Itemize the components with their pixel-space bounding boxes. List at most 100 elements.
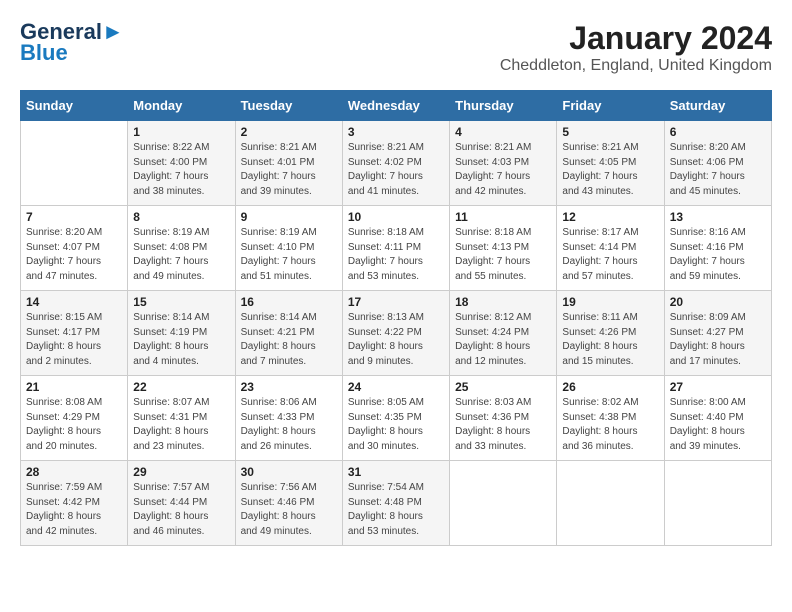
day-info: Sunrise: 8:08 AM Sunset: 4:29 PM Dayligh… [26,396,122,454]
month-title: January 2024 [500,20,772,57]
calendar-cell: 9 Sunrise: 8:19 AM Sunset: 4:10 PM Daylig… [235,206,342,291]
weekday-header: Monday [128,91,235,121]
header: General► Blue January 2024 Cheddleton, E… [20,20,772,75]
calendar-cell: 24 Sunrise: 8:05 AM Sunset: 4:35 PM Dayli… [342,376,449,461]
day-number: 2 [241,125,337,139]
calendar-cell: 23Sunrise: 8:06 AM Sunset: 4:33 PM Dayli… [235,376,342,461]
day-number: 10 [348,210,444,224]
calendar-cell [557,461,664,546]
calendar-week-row: 28 Sunrise: 7:59 AM Sunset: 4:42 PM Dayli… [21,461,772,546]
calendar-cell: 3 Sunrise: 8:21 AM Sunset: 4:02 PM Daylig… [342,121,449,206]
calendar-cell: 13Sunrise: 8:16 AM Sunset: 4:16 PM Dayli… [664,206,771,291]
day-info: Sunrise: 8:17 AM Sunset: 4:14 PM Dayligh… [562,226,658,284]
calendar-header: SundayMondayTuesdayWednesdayThursdayFrid… [21,91,772,121]
weekday-header: Sunday [21,91,128,121]
day-info: Sunrise: 7:59 AM Sunset: 4:42 PM Dayligh… [26,481,122,539]
day-number: 28 [26,465,122,479]
calendar-cell: 6 Sunrise: 8:20 AM Sunset: 4:06 PM Daylig… [664,121,771,206]
calendar-week-row: 7Sunrise: 8:20 AM Sunset: 4:07 PM Daylig… [21,206,772,291]
page-container: General► Blue January 2024 Cheddleton, E… [0,0,792,561]
day-info: Sunrise: 8:15 AM Sunset: 4:17 PM Dayligh… [26,311,122,369]
day-info: Sunrise: 8:22 AM Sunset: 4:00 PM Dayligh… [133,141,229,199]
day-number: 15 [133,295,229,309]
weekday-header: Wednesday [342,91,449,121]
calendar-cell: 8Sunrise: 8:19 AM Sunset: 4:08 PM Daylig… [128,206,235,291]
day-info: Sunrise: 8:02 AM Sunset: 4:38 PM Dayligh… [562,396,658,454]
day-info: Sunrise: 8:07 AM Sunset: 4:31 PM Dayligh… [133,396,229,454]
calendar-cell: 17 Sunrise: 8:13 AM Sunset: 4:22 PM Dayli… [342,291,449,376]
day-info: Sunrise: 8:11 AM Sunset: 4:26 PM Dayligh… [562,311,658,369]
calendar-cell: 4 Sunrise: 8:21 AM Sunset: 4:03 PM Daylig… [450,121,557,206]
weekday-header: Tuesday [235,91,342,121]
calendar-cell: 15 Sunrise: 8:14 AM Sunset: 4:19 PM Dayli… [128,291,235,376]
day-number: 21 [26,380,122,394]
logo: General► Blue [20,20,124,66]
day-number: 17 [348,295,444,309]
calendar-cell: 22 Sunrise: 8:07 AM Sunset: 4:31 PM Dayli… [128,376,235,461]
calendar-week-row: 21 Sunrise: 8:08 AM Sunset: 4:29 PM Dayli… [21,376,772,461]
day-info: Sunrise: 8:14 AM Sunset: 4:19 PM Dayligh… [133,311,229,369]
day-info: Sunrise: 7:56 AM Sunset: 4:46 PM Dayligh… [241,481,337,539]
day-info: Sunrise: 8:18 AM Sunset: 4:13 PM Dayligh… [455,226,551,284]
calendar-cell: 16Sunrise: 8:14 AM Sunset: 4:21 PM Dayli… [235,291,342,376]
calendar-cell: 18 Sunrise: 8:12 AM Sunset: 4:24 PM Dayli… [450,291,557,376]
day-number: 9 [241,210,337,224]
calendar-table: SundayMondayTuesdayWednesdayThursdayFrid… [20,90,772,546]
day-info: Sunrise: 8:00 AM Sunset: 4:40 PM Dayligh… [670,396,766,454]
day-number: 27 [670,380,766,394]
calendar-cell: 5 Sunrise: 8:21 AM Sunset: 4:05 PM Daylig… [557,121,664,206]
day-number: 20 [670,295,766,309]
day-number: 26 [562,380,658,394]
day-number: 29 [133,465,229,479]
calendar-cell [21,121,128,206]
day-number: 11 [455,210,551,224]
day-info: Sunrise: 8:21 AM Sunset: 4:05 PM Dayligh… [562,141,658,199]
day-info: Sunrise: 8:21 AM Sunset: 4:02 PM Dayligh… [348,141,444,199]
calendar-cell: 27 Sunrise: 8:00 AM Sunset: 4:40 PM Dayli… [664,376,771,461]
weekday-header: Saturday [664,91,771,121]
calendar-cell: 7Sunrise: 8:20 AM Sunset: 4:07 PM Daylig… [21,206,128,291]
calendar-cell: 11 Sunrise: 8:18 AM Sunset: 4:13 PM Dayli… [450,206,557,291]
calendar-cell: 12 Sunrise: 8:17 AM Sunset: 4:14 PM Dayli… [557,206,664,291]
day-info: Sunrise: 8:12 AM Sunset: 4:24 PM Dayligh… [455,311,551,369]
calendar-cell: 10Sunrise: 8:18 AM Sunset: 4:11 PM Dayli… [342,206,449,291]
day-number: 12 [562,210,658,224]
day-info: Sunrise: 8:13 AM Sunset: 4:22 PM Dayligh… [348,311,444,369]
day-number: 7 [26,210,122,224]
day-number: 24 [348,380,444,394]
calendar-cell: 19 Sunrise: 8:11 AM Sunset: 4:26 PM Dayli… [557,291,664,376]
day-info: Sunrise: 7:54 AM Sunset: 4:48 PM Dayligh… [348,481,444,539]
day-number: 25 [455,380,551,394]
day-number: 3 [348,125,444,139]
day-number: 13 [670,210,766,224]
day-number: 6 [670,125,766,139]
calendar-cell: 26 Sunrise: 8:02 AM Sunset: 4:38 PM Dayli… [557,376,664,461]
calendar-cell: 2 Sunrise: 8:21 AM Sunset: 4:01 PM Daylig… [235,121,342,206]
day-number: 5 [562,125,658,139]
calendar-cell: 21 Sunrise: 8:08 AM Sunset: 4:29 PM Dayli… [21,376,128,461]
day-info: Sunrise: 8:05 AM Sunset: 4:35 PM Dayligh… [348,396,444,454]
day-info: Sunrise: 8:19 AM Sunset: 4:08 PM Dayligh… [133,226,229,284]
day-info: Sunrise: 8:21 AM Sunset: 4:03 PM Dayligh… [455,141,551,199]
calendar-cell: 30Sunrise: 7:56 AM Sunset: 4:46 PM Dayli… [235,461,342,546]
day-number: 31 [348,465,444,479]
day-number: 4 [455,125,551,139]
location: Cheddleton, England, United Kingdom [500,57,772,75]
calendar-body: 1 Sunrise: 8:22 AM Sunset: 4:00 PM Daylig… [21,121,772,546]
day-number: 19 [562,295,658,309]
calendar-cell: 28 Sunrise: 7:59 AM Sunset: 4:42 PM Dayli… [21,461,128,546]
calendar-cell [450,461,557,546]
calendar-cell: 25 Sunrise: 8:03 AM Sunset: 4:36 PM Dayli… [450,376,557,461]
day-info: Sunrise: 8:21 AM Sunset: 4:01 PM Dayligh… [241,141,337,199]
day-info: Sunrise: 8:09 AM Sunset: 4:27 PM Dayligh… [670,311,766,369]
calendar-cell: 1 Sunrise: 8:22 AM Sunset: 4:00 PM Daylig… [128,121,235,206]
day-number: 18 [455,295,551,309]
day-info: Sunrise: 8:03 AM Sunset: 4:36 PM Dayligh… [455,396,551,454]
day-info: Sunrise: 8:19 AM Sunset: 4:10 PM Dayligh… [241,226,337,284]
calendar-cell [664,461,771,546]
day-number: 16 [241,295,337,309]
weekday-header: Friday [557,91,664,121]
day-number: 1 [133,125,229,139]
day-number: 22 [133,380,229,394]
day-info: Sunrise: 8:20 AM Sunset: 4:06 PM Dayligh… [670,141,766,199]
